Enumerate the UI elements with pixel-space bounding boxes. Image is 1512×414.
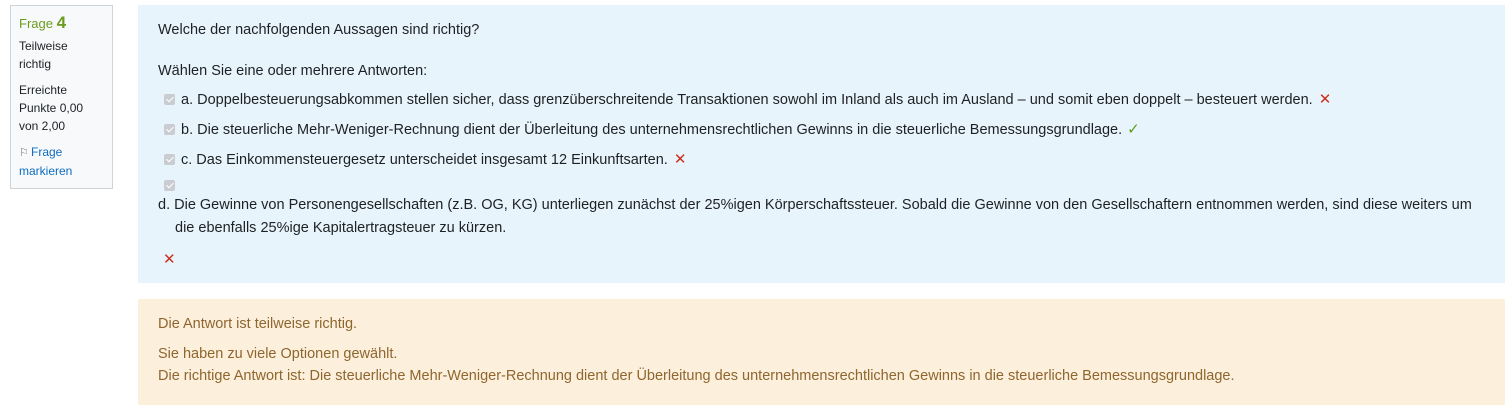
answer-option-d: d. Die Gewinne von Personengesellschafte… <box>158 178 1485 268</box>
answer-option-a: a. Doppelbesteuerungsabkommen stellen si… <box>164 90 1485 110</box>
answer-text-d: d. Die Gewinne von Personengesellschafte… <box>158 197 1472 236</box>
grade-line-2: Punkte 0,00 <box>19 101 84 115</box>
answer-prompt: Wählen Sie eine oder mehrere Antworten: <box>158 63 428 79</box>
answer-checkbox-b[interactable] <box>164 124 175 135</box>
answer-checkbox-c[interactable] <box>164 154 175 165</box>
question-label: Frage <box>19 16 53 31</box>
question-formulation: Welche der nachfolgenden Aussagen sind r… <box>138 5 1505 283</box>
question-grade: Erreichte Punkte 0,00 von 2,00 <box>19 81 104 135</box>
answer-text-c: c. Das Einkommensteuergesetz unterscheid… <box>181 152 668 168</box>
answer-text-a: a. Doppelbesteuerungsabkommen stellen si… <box>181 92 1313 108</box>
feedback-right-answer: Die richtige Antwort ist: Die steuerlich… <box>158 368 1235 384</box>
grade-line-1: Erreichte <box>19 83 68 97</box>
answer-option-b: b. Die steuerliche Mehr-Weniger-Rechnung… <box>164 120 1485 140</box>
question-number: Frage 4 <box>19 14 104 33</box>
answer-text-b: b. Die steuerliche Mehr-Weniger-Rechnung… <box>181 122 1123 138</box>
answer-feedback: Die Antwort ist teilweise richtig. Sie h… <box>138 299 1505 405</box>
answer-checkbox-d[interactable] <box>164 180 175 191</box>
flag-label-line-1: Frage <box>31 145 63 159</box>
incorrect-icon: ✕ <box>163 251 176 268</box>
question-info-box: Frage 4 Teilweise richtig Erreichte Punk… <box>10 5 113 189</box>
flag-label-line-2: markieren <box>19 164 73 178</box>
state-line-1: Teilweise <box>19 39 68 53</box>
answer-checkbox-a[interactable] <box>164 94 175 105</box>
feedback-detail: Sie haben zu viele Optionen gewählt. <box>158 346 398 362</box>
incorrect-icon: ✕ <box>673 151 687 168</box>
feedback-state: Die Antwort ist teilweise richtig. <box>158 316 358 332</box>
flag-icon: ⚐ <box>19 147 29 159</box>
flag-question-link[interactable]: ⚐ Frage markieren <box>19 143 104 180</box>
quiz-review-page: Frage 4 Teilweise richtig Erreichte Punk… <box>0 0 1512 414</box>
question-number-value: 4 <box>56 13 67 32</box>
state-line-2: richtig <box>19 57 52 71</box>
answer-option-c: c. Das Einkommensteuergesetz unterscheid… <box>164 150 1485 170</box>
question-state: Teilweise richtig <box>19 37 104 73</box>
grade-line-3: von 2,00 <box>19 119 66 133</box>
incorrect-icon: ✕ <box>1318 91 1332 108</box>
correct-icon: ✓ <box>1127 121 1140 138</box>
question-text: Welche der nachfolgenden Aussagen sind r… <box>158 22 480 38</box>
